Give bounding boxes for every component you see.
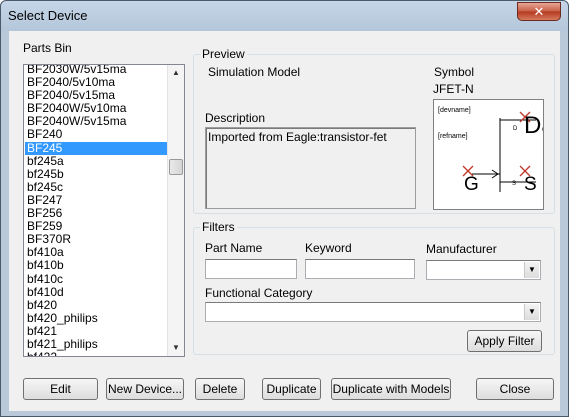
dialog-client-area: Parts Bin BF2030W/5v15ma BF2040/5v10ma BF2… — [9, 31, 560, 411]
overflow-name-text: Dar — [524, 112, 544, 139]
part-name-label: Part Name — [205, 241, 263, 255]
parts-list-scrollbar[interactable]: ▲ ▼ — [167, 65, 184, 356]
symbol-label: Symbol — [434, 65, 475, 79]
scroll-down-arrow-icon[interactable]: ▼ — [168, 340, 184, 356]
manufacturer-dropdown[interactable]: ▼ — [426, 260, 541, 280]
window-close-button[interactable]: ✕ — [517, 2, 561, 21]
parts-list-item[interactable]: bf410c — [25, 272, 167, 286]
gate-arrow-icon — [491, 169, 499, 175]
parts-bin-label: Parts Bin — [23, 41, 72, 55]
duplicate-button[interactable]: Duplicate — [262, 378, 321, 400]
parts-list-item[interactable]: bf420 — [25, 298, 167, 312]
parts-list-item[interactable]: bf421 — [25, 324, 167, 338]
keyword-label: Keyword — [305, 241, 352, 255]
simulation-model-label: Simulation Model — [208, 65, 301, 79]
devname-text: [devname] — [438, 107, 471, 114]
parts-list-item[interactable]: BF240 — [25, 128, 167, 141]
parts-list-item[interactable]: bf245a — [25, 154, 167, 168]
jfet-symbol-graphic: [devname] [refname] Dar D S G S — [438, 107, 544, 195]
edit-button[interactable]: Edit — [23, 378, 98, 400]
symbol-preview: [devname] [refname] Dar D S G S — [433, 99, 544, 210]
delete-button[interactable]: Delete — [195, 378, 245, 400]
description-text: Imported from Eagle:transistor-fet — [208, 130, 387, 144]
preview-title: Preview — [200, 47, 247, 61]
refname-text: [refname] — [438, 133, 468, 140]
parts-list-item[interactable]: bf422 — [25, 351, 167, 356]
filters-title: Filters — [200, 220, 237, 234]
parts-list-item[interactable]: bf245c — [25, 180, 167, 194]
functional-category-dropdown[interactable]: ▼ — [205, 302, 541, 322]
new-device-button[interactable]: New Device... — [106, 378, 184, 400]
description-label: Description — [205, 111, 266, 125]
close-icon: ✕ — [533, 4, 545, 19]
apply-filter-button[interactable]: Apply Filter — [467, 330, 542, 352]
chevron-down-icon[interactable]: ▼ — [524, 262, 539, 278]
duplicate-with-models-button[interactable]: Duplicate with Models — [331, 378, 451, 400]
gate-pin-label: G — [464, 174, 479, 195]
description-box: Imported from Eagle:transistor-fet — [205, 127, 416, 209]
close-button[interactable]: Close — [476, 378, 554, 400]
scroll-up-arrow-icon[interactable]: ▲ — [168, 65, 184, 81]
scroll-thumb[interactable] — [169, 159, 183, 175]
parts-list-item[interactable]: BF245 — [25, 141, 167, 155]
keyword-field[interactable] — [305, 259, 415, 279]
select-device-window: Select Device ✕ Parts Bin BF2030W/5v15ma… — [0, 0, 569, 417]
part-name-field[interactable] — [205, 259, 297, 279]
window-title: Select Device — [8, 8, 88, 23]
chevron-down-icon[interactable]: ▼ — [524, 304, 539, 320]
source-pin-label: S — [524, 174, 537, 195]
parts-list-item[interactable]: bf410b — [25, 259, 167, 272]
parts-list-item[interactable]: bf410d — [25, 285, 167, 299]
parts-bin-items: BF2030W/5v15ma BF2040/5v10ma BF2040/5v15ma… — [25, 65, 167, 356]
parts-list-item[interactable]: bf245b — [25, 167, 167, 181]
symbol-name: JFET-N — [433, 82, 474, 96]
drain-small-label: D — [513, 126, 518, 132]
source-small-label: S — [512, 181, 516, 187]
functional-category-label: Functional Category — [205, 286, 313, 300]
manufacturer-label: Manufacturer — [426, 242, 497, 256]
parts-list-item[interactable]: bf420_philips — [25, 311, 167, 325]
title-bar[interactable]: Select Device ✕ — [1, 1, 568, 31]
parts-bin-list[interactable]: BF2030W/5v15ma BF2040/5v10ma BF2040/5v15ma… — [23, 64, 185, 357]
